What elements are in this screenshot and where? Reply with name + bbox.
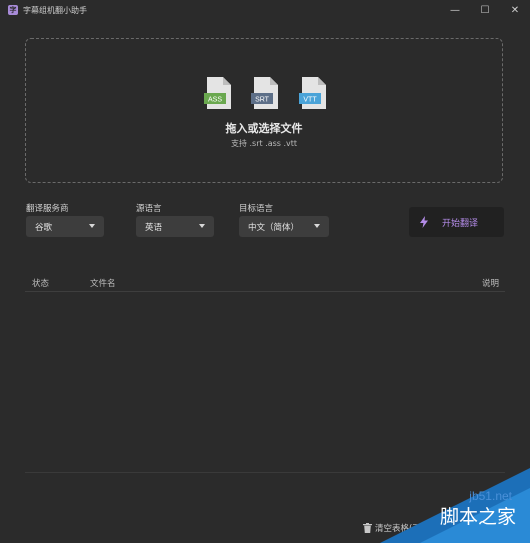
service-label: 翻译服务商 (26, 204, 69, 214)
chevron-down-icon (199, 224, 205, 228)
service-value: 谷歌 (35, 222, 53, 233)
start-translate-label: 开始翻译 (442, 218, 479, 229)
drop-zone-title: 拖入或选择文件 (225, 122, 303, 135)
srt-file-label: SRT (255, 97, 270, 104)
column-header-status: 状态 (32, 279, 50, 289)
srt-file-icon: SRT (251, 77, 278, 109)
source-language-value: 英语 (145, 222, 163, 233)
watermark-url: jb51.net (469, 489, 512, 503)
target-language-label: 目标语言 (239, 204, 274, 214)
column-header-note: 说明 (482, 279, 500, 289)
source-language-label: 源语言 (136, 204, 162, 214)
column-header-filename: 文件名 (90, 279, 116, 289)
watermark: jb51.net 脚本之家 (380, 468, 530, 543)
target-language-value: 中文（简体） (248, 222, 300, 233)
vtt-file-label: VTT (303, 97, 317, 104)
chevron-down-icon (89, 224, 95, 228)
table-header-divider (25, 291, 505, 292)
drop-zone-subtitle: 支持 .srt .ass .vtt (230, 139, 298, 148)
close-button[interactable]: ✕ (503, 0, 527, 20)
ass-file-icon: ASS (204, 77, 231, 109)
start-translate-button[interactable]: 开始翻译 (409, 207, 504, 237)
ass-file-label: ASS (208, 97, 222, 104)
source-language-select[interactable]: 英语 (136, 216, 214, 237)
bolt-icon (420, 216, 428, 228)
app-logo-icon: 字 (8, 5, 18, 15)
watermark-text: 脚本之家 (439, 506, 516, 528)
trash-icon (363, 523, 372, 533)
target-language-select[interactable]: 中文（简体） (239, 216, 329, 237)
service-select[interactable]: 谷歌 (26, 216, 104, 237)
chevron-down-icon (314, 224, 320, 228)
maximize-button[interactable]: ☐ (473, 0, 497, 20)
file-drop-zone[interactable]: ASS SRT VTT 拖入或选择文件 支持 .srt .ass .vtt (25, 38, 503, 183)
vtt-file-icon: VTT (299, 77, 326, 109)
minimize-button[interactable]: — (443, 0, 467, 20)
app-title: 字幕组机翻小助手 (23, 5, 87, 15)
